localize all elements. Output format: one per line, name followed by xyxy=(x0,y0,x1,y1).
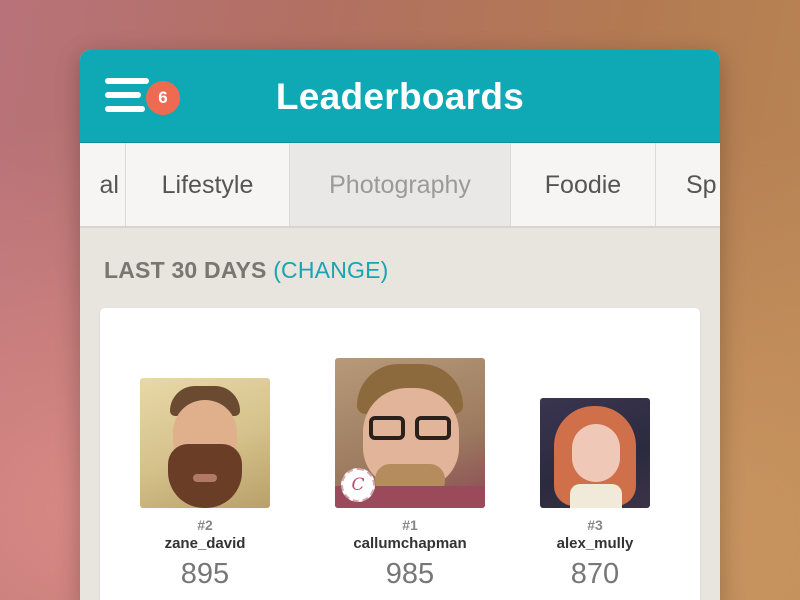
leaderboard-card: #2 zane_david 895 C #1 callumchapman 985 xyxy=(100,308,700,600)
leader-username[interactable]: callumchapman xyxy=(315,535,505,552)
tab-foodie[interactable]: Foodie xyxy=(511,143,656,226)
brand-logo-icon: C xyxy=(341,468,375,502)
tab-partial-right[interactable]: Sp xyxy=(656,143,720,226)
avatar-collar xyxy=(570,484,622,508)
avatar: C xyxy=(335,358,485,508)
leader-rank: #1 xyxy=(402,517,418,533)
tab-photography[interactable]: Photography xyxy=(290,143,511,226)
avatar-face xyxy=(572,424,620,482)
leader-entry-3[interactable]: #3 alex_mully 870 xyxy=(520,398,670,591)
avatar xyxy=(540,398,650,508)
avatar-glasses xyxy=(369,416,405,440)
leader-entry-2[interactable]: #2 zane_david 895 xyxy=(120,378,290,591)
avatar-mouth xyxy=(193,474,217,482)
leader-rank: #2 xyxy=(197,517,213,533)
avatar xyxy=(140,378,270,508)
leader-username[interactable]: zane_david xyxy=(120,535,290,552)
date-range: LAST 30 DAYS (CHANGE) xyxy=(104,257,389,284)
app-header: 6 Leaderboards xyxy=(80,50,720,143)
change-range-link[interactable]: (CHANGE) xyxy=(273,257,388,283)
leader-score: 870 xyxy=(570,558,620,590)
leader-score: 895 xyxy=(180,558,230,590)
leader-score: 985 xyxy=(385,558,435,590)
leader-rank: #3 xyxy=(587,517,603,533)
date-range-label: LAST 30 DAYS xyxy=(104,257,267,283)
page-title: Leaderboards xyxy=(275,76,525,117)
tab-lifestyle[interactable]: Lifestyle xyxy=(126,143,290,226)
tab-partial-left[interactable]: al xyxy=(80,143,126,226)
avatar-glasses xyxy=(415,416,451,440)
app-window: 6 Leaderboards al Lifestyle Photography … xyxy=(80,50,720,600)
category-tabs: al Lifestyle Photography Foodie Sp xyxy=(80,143,720,228)
leader-username[interactable]: alex_mully xyxy=(520,535,670,552)
leader-entry-1[interactable]: C #1 callumchapman 985 xyxy=(315,358,505,591)
